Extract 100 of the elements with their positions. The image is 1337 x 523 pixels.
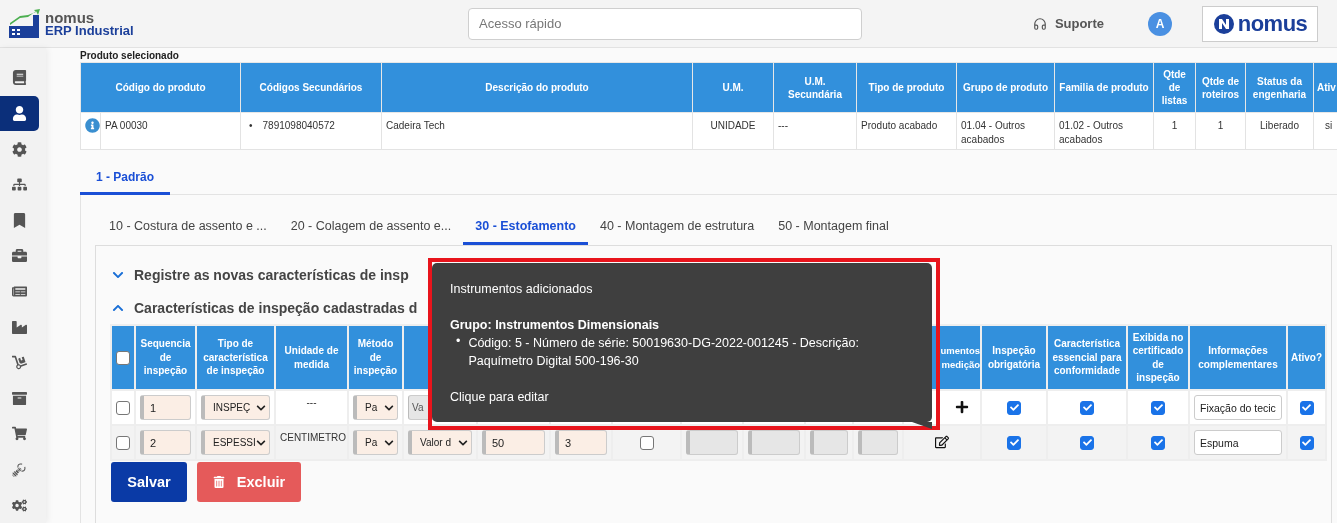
user-icon [12,105,27,121]
tab[interactable]: 50 - Montagem final [766,209,901,245]
column-header: Informações complementares [1198,345,1278,370]
column-header: U.M. [692,62,774,113]
column-header: Exibida no certificado de inspeção [1132,331,1184,383]
table-cell: 01.04 - Outros acabados [961,120,1025,145]
shopping-cart-icon [12,426,27,442]
sidebar-button[interactable] [0,95,39,132]
table-cell: 1 [1217,120,1224,131]
tooltip-item: Código: 5 - Número de série: 50019630-DG-2022-001245 - Descrição: Paquímetro Digital 500-196-30 [468,335,860,370]
caret-icon [458,437,468,448]
select-all-checkbox[interactable] [116,350,130,365]
search-field[interactable]: Acesso rápido [468,7,862,40]
archive-icon [12,390,27,406]
tooltip-group: Grupo: Instrumentos Dimensionais [450,316,914,334]
column-header: Característica essencial para conformidade [1052,338,1122,377]
column-header: Familia de produto [1054,62,1154,113]
column-header: Ativo? [1290,351,1323,363]
hierarchy-icon [12,177,27,193]
checkbox[interactable] [1299,400,1314,415]
checkbox[interactable] [639,435,654,450]
input-field[interactable]: 3 [555,430,607,455]
tab[interactable]: 1 - Padrão [80,162,171,195]
trash-icon [212,476,225,488]
column-header: Método de inspeção [353,338,398,377]
checkbox[interactable] [116,400,130,415]
column-header: Unidade de medida [284,345,339,370]
checkbox[interactable] [1151,400,1165,415]
tab[interactable]: 40 - Montagem de estrutura [587,209,767,245]
input-field[interactable]: 1 [140,395,191,420]
brand-logo: nomus [1202,5,1318,42]
section-title: Produto selecionado [80,50,180,62]
table-cell: si [1324,120,1333,131]
select-field[interactable]: Valor d [408,430,472,455]
column-header: umentos medição [940,345,980,370]
column-header: Inspeção obrigatória [987,345,1041,370]
table-cell: UNIDADE [710,120,756,131]
tooltip-title: Instrumentos adicionados [450,281,594,298]
tooltip-hint: Clique para editar [450,389,550,406]
info-icon[interactable] [85,118,100,133]
column-header: Ativ [1313,62,1337,113]
select-field[interactable]: Pa [353,395,398,420]
table-cell: PA 00030 [105,120,148,131]
delete-button[interactable]: Excluir [197,462,301,502]
checkbox[interactable] [1007,435,1021,450]
accordion-header[interactable]: Características de inspeção cadastradas d [110,291,418,324]
logo-icon [1212,12,1235,35]
bullet: • [249,119,253,133]
select-field[interactable]: Pa [353,430,398,455]
caret-icon [256,437,266,448]
table-cell: Cadeira Tech [386,120,445,131]
book-icon [12,70,27,86]
tab[interactable]: 20 - Colagem de assento e... [278,209,464,245]
column-header: U.M. Secundária [773,62,857,113]
column-header: Grupo de produto [956,62,1055,113]
select-field[interactable]: INSPEÇ [201,395,270,420]
column-header: Qtde de listas [1153,62,1196,113]
input-field[interactable]: 50 [482,430,545,455]
checkbox[interactable] [1080,435,1094,450]
input-field[interactable]: 2 [140,430,191,455]
accordion-header[interactable]: Registre as novas características de insp [110,258,409,291]
table-cell: 01.02 - Outros acabados [1059,120,1123,145]
column-header: Códigos Secundários [240,62,382,113]
briefcase-icon [12,248,27,264]
table-cell: 1 [1171,120,1178,131]
table-cell: --- [778,120,788,131]
robot-arm-icon [12,462,27,477]
table-cell-text: --- [305,397,318,408]
bookmark-icon [12,212,27,228]
settings-icon [12,141,27,157]
checkbox[interactable] [1299,435,1314,450]
checkbox[interactable] [1080,400,1094,415]
factory-icon [12,319,27,335]
table-cell: Produto acabado [861,120,938,131]
hand-truck-icon [12,355,27,371]
support-link[interactable]: Suporte [1032,16,1104,31]
edit-icon[interactable] [935,434,949,449]
column-header: Qtde de roteiros [1195,62,1246,113]
caret-icon [256,402,266,413]
input-field[interactable]: Espuma [1194,430,1282,455]
column-header: Status da engenharia [1245,62,1314,113]
caret-icon [384,402,394,413]
add-icon[interactable] [955,399,969,414]
column-header: Código do produto [80,62,241,113]
save-button[interactable]: Salvar [111,462,187,502]
logo-product: ERP Industrial [45,23,134,37]
table-cell: Liberado [1260,120,1299,131]
cogs-icon [12,497,27,513]
column-header: Tipo de característica de inspeção [203,338,268,377]
logo-icon [8,8,42,39]
column-header: Tipo de produto [856,62,957,113]
tab[interactable]: 10 - Costura de assento e ... [97,209,279,245]
checkbox[interactable] [1007,400,1021,415]
input-field[interactable]: Fixação do tecic [1194,395,1282,420]
bullet: • [456,334,461,350]
checkbox[interactable] [116,435,130,450]
checkbox[interactable] [1151,435,1165,450]
select-field[interactable]: ESPESSI [201,430,270,455]
headset-icon [1032,16,1047,31]
column-header: Sequencia de inspeção [140,338,191,377]
